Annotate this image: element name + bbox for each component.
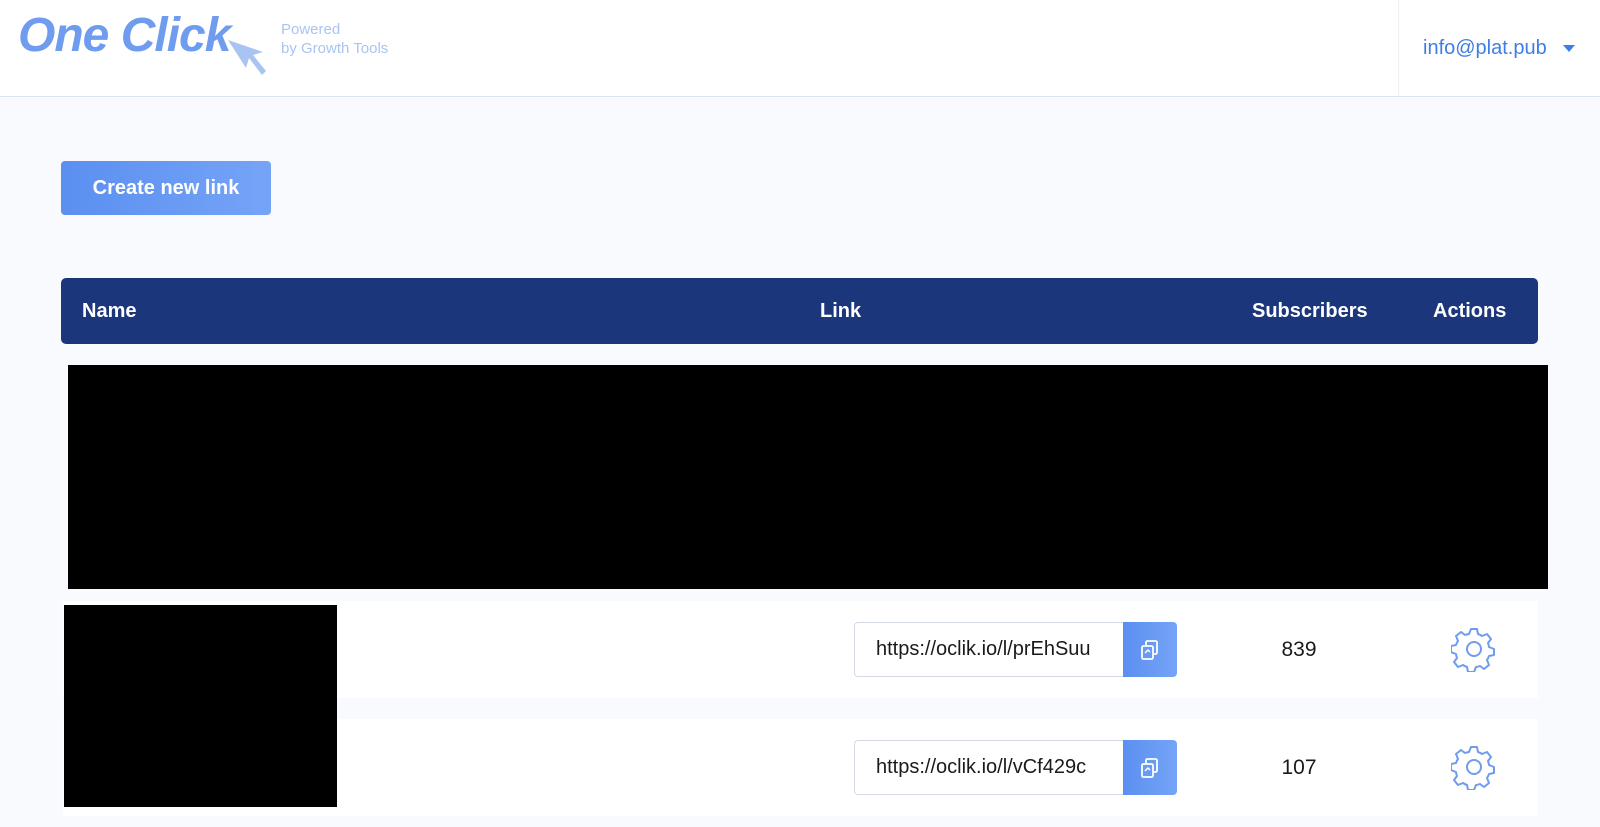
app-logo[interactable]: One Click (18, 8, 231, 64)
chevron-down-icon (1562, 44, 1575, 52)
subscriber-count: 107 (1281, 756, 1317, 779)
subscriber-count: 839 (1281, 638, 1317, 661)
settings-button[interactable] (1450, 626, 1497, 673)
powered-line-1: Powered (281, 21, 341, 38)
app-header: One Click Powered by Growth Tools info@p… (0, 0, 1600, 97)
column-header-name: Name (82, 300, 137, 322)
redacted-area (68, 365, 1548, 589)
cursor-icon (228, 40, 266, 75)
copy-link-button[interactable] (1123, 622, 1177, 677)
account-menu[interactable]: info@plat.pub (1398, 0, 1600, 96)
copy-icon (1141, 757, 1158, 778)
redacted-area (64, 605, 337, 807)
create-new-link-button[interactable]: Create new link (61, 161, 271, 215)
copy-icon (1141, 639, 1158, 660)
link-field[interactable] (854, 622, 1124, 677)
powered-by-text: Powered by Growth Tools (281, 20, 388, 58)
account-email: info@plat.pub (1423, 36, 1547, 59)
settings-button[interactable] (1450, 744, 1497, 791)
column-header-link: Link (820, 300, 862, 322)
link-field[interactable] (854, 740, 1124, 795)
gear-icon (1450, 628, 1495, 673)
column-header-subscribers: Subscribers (1252, 300, 1368, 322)
gear-icon (1450, 746, 1495, 791)
copy-link-button[interactable] (1123, 740, 1177, 795)
powered-line-2: by Growth Tools (281, 40, 389, 57)
column-header-actions: Actions (1433, 300, 1507, 322)
table-header: Name Link Subscribers Actions (61, 278, 1538, 344)
